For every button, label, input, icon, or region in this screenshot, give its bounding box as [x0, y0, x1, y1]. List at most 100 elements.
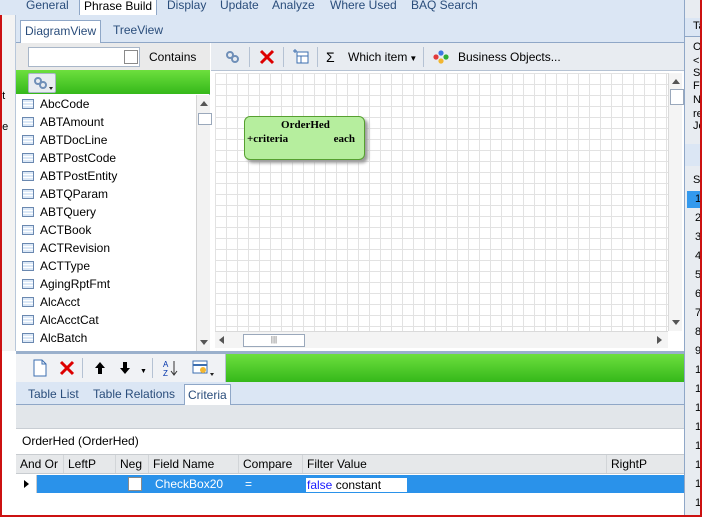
- tab-phrase-build[interactable]: Phrase Build: [79, 0, 158, 16]
- criteria-group-area: [16, 405, 684, 429]
- criteria-grid-caption: OrderHed (OrderHed): [22, 434, 139, 448]
- table-list-item[interactable]: ACTType: [20, 257, 196, 275]
- tab-table-relations[interactable]: Table Relations: [90, 384, 178, 404]
- table-list-item[interactable]: ABTQParam: [20, 185, 196, 203]
- filter-value-cell[interactable]: false constant: [306, 478, 407, 492]
- column-header-leftp[interactable]: LeftP: [64, 455, 116, 473]
- business-objects-label: Business Objects...: [458, 50, 561, 64]
- column-header-neg[interactable]: Neg: [116, 455, 149, 473]
- tab-analyze[interactable]: Analyze: [272, 0, 315, 15]
- link-dropdown-button[interactable]: [28, 73, 56, 93]
- tab-diagram-view[interactable]: DiagramView: [20, 20, 102, 43]
- table-icon: [22, 135, 34, 145]
- right-cut-row-number: 1: [695, 402, 700, 414]
- column-header-and-or[interactable]: And Or: [16, 455, 64, 473]
- criteria-row[interactable]: CheckBox20 = false constant: [16, 475, 684, 493]
- table-browser-panel: Contains AbcCode ABTAmount ABTDocLine ABTPo…: [16, 43, 212, 351]
- table-list-toolbar: [16, 70, 210, 94]
- table-icon: [22, 297, 34, 307]
- table-list-item-label: ACTBook: [40, 223, 92, 237]
- table-list-item[interactable]: ABTAmount: [20, 113, 196, 131]
- delete-button[interactable]: [257, 43, 277, 71]
- tab-display[interactable]: Display: [167, 0, 206, 15]
- tab-tree-view[interactable]: TreeView: [109, 20, 167, 42]
- table-list-item[interactable]: ACTBook: [20, 221, 196, 239]
- right-cut-text: re: [693, 108, 700, 120]
- table-list-item[interactable]: ABTDocLine: [20, 131, 196, 149]
- toolbar-separator: [152, 358, 153, 378]
- criteria-toolbar-buttons: ▼ A Z: [16, 354, 226, 382]
- options-dropdown-button[interactable]: [191, 359, 217, 380]
- right-cut-pane: Ta O <SFNreJo Se 1 2 3 4 5 6 7 8 9 1 1 1 1 1 1 1 1: [684, 0, 700, 517]
- add-table-button[interactable]: [291, 43, 311, 71]
- scroll-thumb[interactable]: [198, 113, 212, 125]
- sum-button[interactable]: Σ: [326, 43, 335, 71]
- table-icon: [22, 189, 34, 199]
- node-each-text: each: [333, 133, 355, 145]
- right-cut-row-number: 1: [695, 421, 700, 433]
- tab-criteria[interactable]: Criteria: [184, 384, 231, 405]
- delete-criteria-button[interactable]: [58, 359, 76, 380]
- tab-table-list[interactable]: Table List: [25, 384, 82, 404]
- table-list-item[interactable]: ABTPostCode: [20, 149, 196, 167]
- scroll-up-icon[interactable]: [200, 101, 208, 106]
- business-objects-button[interactable]: Business Objects...: [430, 43, 561, 71]
- table-icon: [22, 99, 34, 109]
- right-cut-row-number: 5: [695, 269, 700, 281]
- canvas-vertical-scrollbar[interactable]: [668, 73, 684, 331]
- scroll-thumb[interactable]: |||: [243, 334, 305, 347]
- criteria-tab-strip: Table List Table Relations Criteria: [16, 382, 684, 405]
- table-icon: [22, 171, 34, 181]
- new-button[interactable]: [32, 359, 48, 380]
- table-list-scrollbar[interactable]: [196, 95, 212, 351]
- tab-where-used[interactable]: Where Used: [330, 0, 397, 15]
- link-button[interactable]: [221, 43, 243, 71]
- column-header-field-name[interactable]: Field Name: [149, 455, 239, 473]
- move-down-button[interactable]: [118, 359, 132, 380]
- scroll-left-icon[interactable]: [219, 336, 224, 344]
- view-tab-strip: DiagramView TreeView: [16, 15, 684, 43]
- which-item-dropdown[interactable]: Which item ▼: [348, 43, 417, 71]
- table-icon: [22, 153, 34, 163]
- scroll-thumb[interactable]: [670, 89, 684, 105]
- column-header-compare[interactable]: Compare: [239, 455, 303, 473]
- compare-cell[interactable]: =: [245, 475, 252, 493]
- table-list-item[interactable]: AlcBatch: [20, 329, 196, 347]
- tab-general[interactable]: General: [26, 0, 69, 15]
- sort-button[interactable]: A Z: [162, 358, 180, 381]
- right-cut-text: Ta: [693, 20, 700, 32]
- scroll-right-icon[interactable]: [657, 336, 662, 344]
- table-list-item[interactable]: AbcCode: [20, 95, 196, 113]
- canvas-horizontal-scrollbar[interactable]: |||: [215, 331, 668, 348]
- table-list-item[interactable]: AgingRptFmt: [20, 275, 196, 293]
- table-list-item[interactable]: ACTRevision: [20, 239, 196, 257]
- field-name-cell[interactable]: CheckBox20: [155, 475, 223, 493]
- table-list-item[interactable]: ABTPostEntity: [20, 167, 196, 185]
- orderhed-table-node[interactable]: OrderHed +criteria each: [244, 116, 365, 160]
- column-header-filter-value[interactable]: Filter Value: [303, 455, 607, 473]
- row-selector[interactable]: [16, 475, 37, 493]
- right-cut-row-number: 2: [695, 212, 700, 224]
- table-icon: [22, 243, 34, 253]
- column-header-rightp[interactable]: RightP: [607, 455, 684, 473]
- contains-checkbox[interactable]: [124, 50, 138, 64]
- right-cut-text: <: [693, 55, 700, 67]
- table-list-item[interactable]: AlcAcctCat: [20, 311, 196, 329]
- scroll-up-icon[interactable]: [672, 79, 680, 84]
- diagram-canvas[interactable]: [215, 73, 668, 331]
- left-cut-text: nt: [2, 90, 6, 102]
- right-cut-row-number: 1: [695, 364, 700, 376]
- scroll-down-icon[interactable]: [200, 340, 208, 345]
- grid-options-icon: [192, 360, 214, 376]
- table-list-item-label: ABTDocLine: [40, 133, 108, 147]
- tab-baq-search[interactable]: BAQ Search: [411, 0, 478, 15]
- tab-update[interactable]: Update: [220, 0, 259, 15]
- table-list-item[interactable]: ABTQuery: [20, 203, 196, 221]
- table-list-item[interactable]: AlcAcct: [20, 293, 196, 311]
- move-up-button[interactable]: [93, 359, 107, 380]
- scroll-down-icon[interactable]: [672, 320, 680, 325]
- neg-checkbox[interactable]: [128, 477, 142, 491]
- link-icon: [226, 51, 239, 63]
- which-item-label: Which item: [348, 50, 408, 64]
- chevron-down-icon[interactable]: ▼: [140, 368, 147, 375]
